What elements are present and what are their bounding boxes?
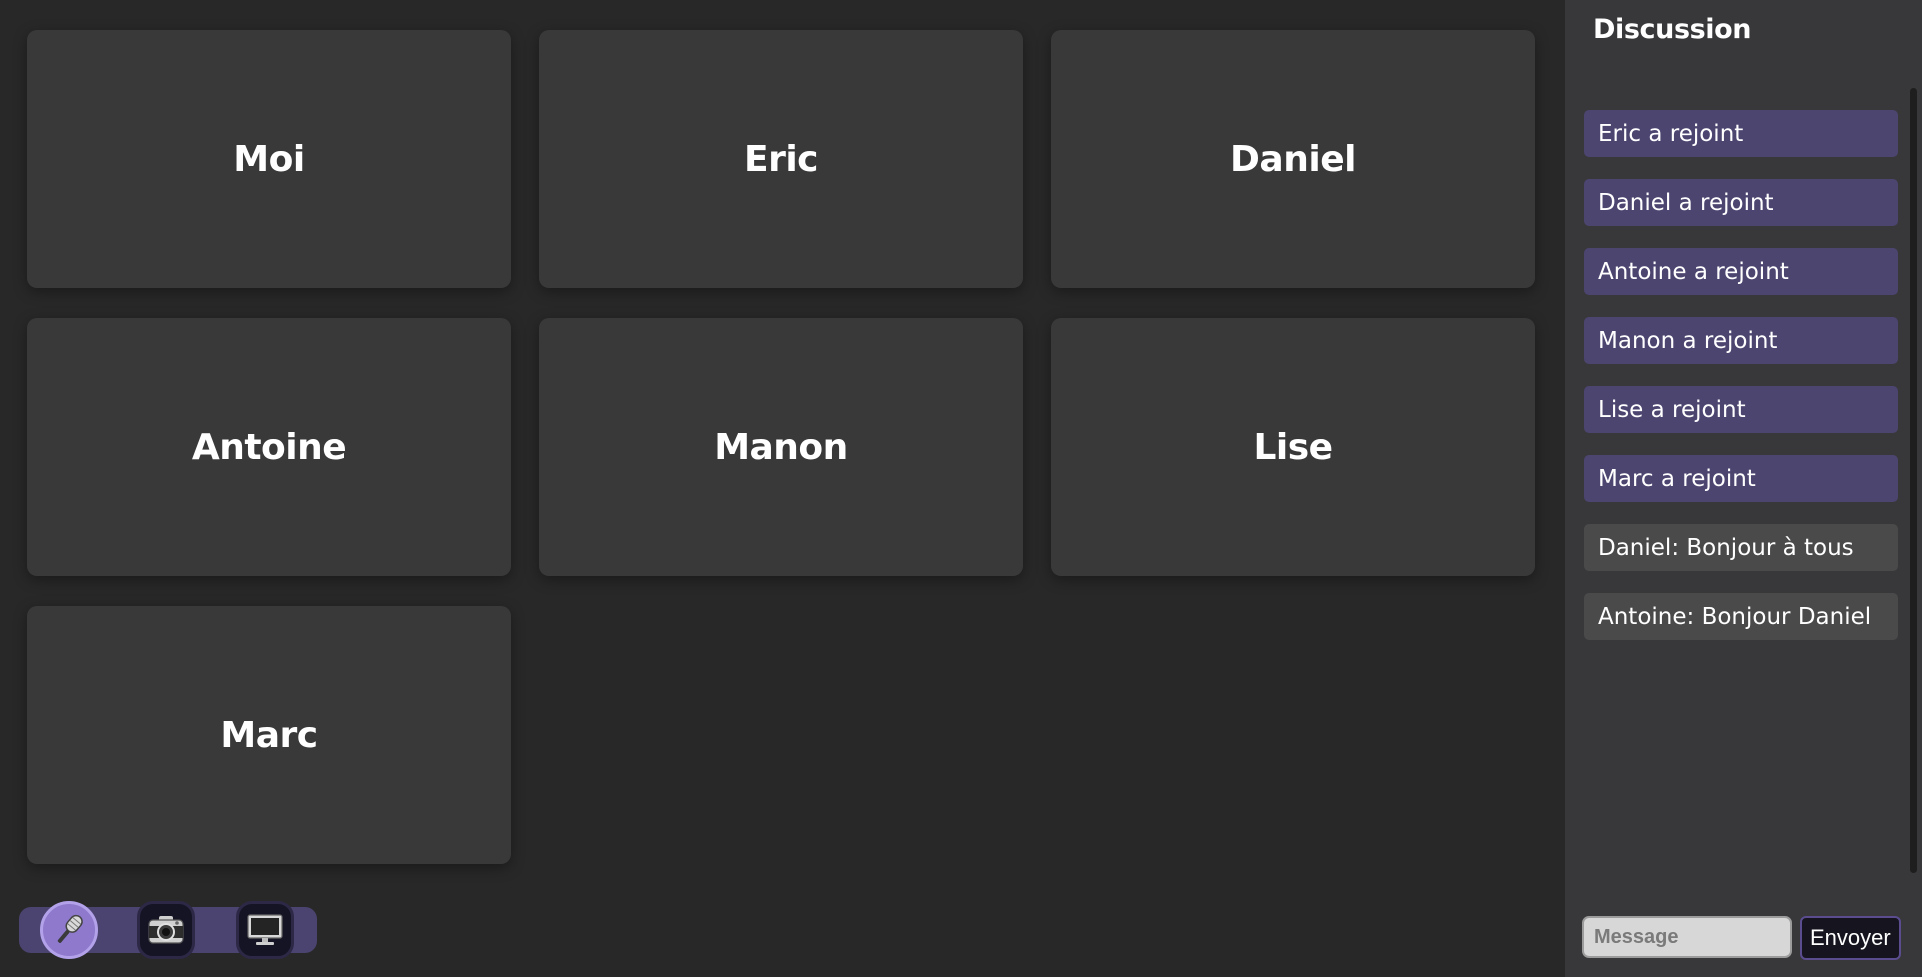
participant-name: Antoine [191,426,347,468]
chat-message-list: Eric a rejoint Daniel a rejoint Antoine … [1584,110,1898,662]
participant-name: Manon [714,426,848,468]
participant-tile[interactable]: Daniel [1051,30,1535,288]
participant-tile[interactable]: Antoine [27,318,511,576]
participant-name: Lise [1253,426,1333,468]
participant-grid: Moi Eric Daniel Antoine Manon Lise Marc [27,30,1535,864]
system-message: Manon a rejoint [1584,317,1898,364]
message-input[interactable] [1582,916,1792,958]
participants-stage: Moi Eric Daniel Antoine Manon Lise Marc [0,0,1565,977]
system-message: Lise a rejoint [1584,386,1898,433]
system-message: Daniel a rejoint [1584,179,1898,226]
call-controls-bar [19,901,317,959]
participant-name: Eric [743,138,819,180]
microphone-icon [57,914,83,943]
participant-tile[interactable]: Manon [539,318,1023,576]
send-button[interactable]: Envoyer [1800,916,1901,960]
video-call-app: Moi Eric Daniel Antoine Manon Lise Marc [0,0,1922,977]
screen-share-button[interactable] [236,901,294,959]
chat-sidebar: Discussion Eric a rejoint Daniel a rejoi… [1565,0,1922,977]
system-message: Antoine a rejoint [1584,248,1898,295]
system-message: Eric a rejoint [1584,110,1898,157]
participant-name: Marc [220,714,318,756]
chat-message: Daniel: Bonjour à tous [1584,524,1898,571]
chat-title: Discussion [1593,14,1752,45]
camera-toggle-button[interactable] [137,901,195,959]
chat-composer: Envoyer [1582,916,1901,960]
participant-name: Daniel [1230,138,1356,180]
participant-tile[interactable]: Moi [27,30,511,288]
participant-name: Moi [233,138,305,180]
chat-scrollbar[interactable] [1910,88,1917,873]
system-message: Marc a rejoint [1584,455,1898,502]
participant-tile[interactable]: Marc [27,606,511,864]
participant-tile[interactable]: Lise [1051,318,1535,576]
microphone-toggle-button[interactable] [40,901,98,959]
participant-tile[interactable]: Eric [539,30,1023,288]
camera-icon [148,916,184,944]
monitor-icon [247,914,283,945]
chat-message: Antoine: Bonjour Daniel [1584,593,1898,640]
